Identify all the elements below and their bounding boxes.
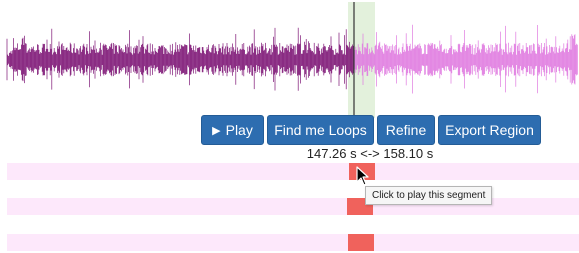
play-label: Play bbox=[225, 122, 253, 138]
segment-tooltip: Click to play this segment bbox=[365, 186, 493, 205]
waveform-bars bbox=[6, 24, 578, 94]
mouse-pointer-icon bbox=[356, 166, 369, 186]
find-loops-button[interactable]: Find me Loops bbox=[267, 115, 374, 145]
selection-range-label: 147.26 s <-> 158.10 s bbox=[306, 146, 434, 161]
waveform-played bbox=[6, 27, 354, 91]
play-button[interactable]: ▶ Play bbox=[201, 115, 264, 145]
play-icon: ▶ bbox=[212, 125, 221, 137]
segment-track bbox=[7, 234, 579, 251]
refine-button[interactable]: Refine bbox=[377, 115, 435, 145]
loop-segment[interactable] bbox=[348, 234, 374, 251]
waveform[interactable] bbox=[0, 0, 579, 120]
segment-track bbox=[7, 198, 579, 215]
segment-track bbox=[7, 163, 579, 180]
waveform-remaining bbox=[353, 24, 578, 94]
export-region-button[interactable]: Export Region bbox=[438, 115, 541, 145]
